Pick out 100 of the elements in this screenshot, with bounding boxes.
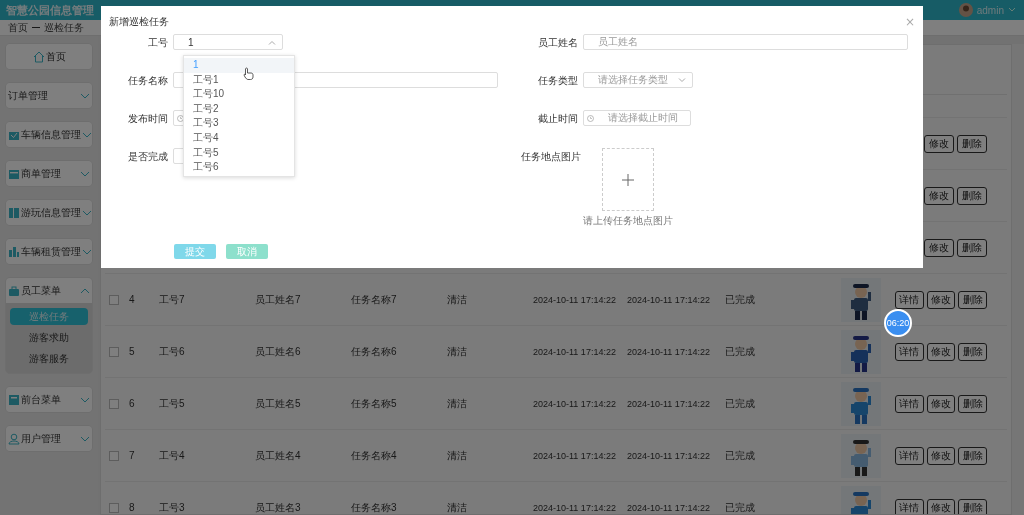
action-button[interactable]: 修改 (924, 238, 954, 257)
upload-box[interactable] (602, 148, 654, 211)
field-label: 工号 (147, 36, 169, 50)
table-cell: 2024-10-11 17:14:22 (533, 398, 616, 409)
row-checkbox[interactable] (109, 346, 119, 357)
dropdown-option[interactable]: 工号1 (184, 72, 294, 88)
dropdown-option[interactable]: 工号2 (184, 101, 294, 117)
table-cell: 员工姓名7 (255, 292, 301, 307)
table-cell: 工号7 (159, 292, 185, 307)
table-cell: 2024-10-11 17:14:22 (533, 502, 616, 513)
field-label: 任务地点图片 (520, 150, 582, 164)
sidebar-item[interactable]: 员工菜单 (6, 278, 92, 303)
table-cell: 已完成 (725, 396, 755, 411)
action-button[interactable]: 删除 (958, 446, 987, 465)
sidebar-item[interactable]: 订单管理 (6, 83, 92, 108)
action-button[interactable]: 删除 (957, 186, 987, 205)
briefcase-icon (8, 284, 20, 297)
action-button[interactable]: 修改 (926, 394, 956, 413)
table-cell: 清洁 (447, 292, 467, 307)
sidebar-item[interactable]: 游玩信息管理 (6, 200, 92, 225)
action-button[interactable]: 修改 (924, 134, 954, 153)
field-label: 员工姓名 (537, 36, 579, 50)
action-button[interactable]: 详情 (895, 498, 924, 514)
action-button[interactable]: 修改 (926, 446, 956, 465)
action-button[interactable]: 删除 (958, 498, 987, 514)
action-button[interactable]: 详情 (895, 446, 924, 465)
table-cell: 任务名称4 (351, 448, 397, 463)
action-button[interactable]: 修改 (926, 342, 956, 361)
action-button[interactable]: 修改 (926, 498, 956, 514)
table-cell: 工号6 (159, 344, 185, 359)
action-button[interactable]: 详情 (895, 290, 924, 309)
sidebar-item[interactable]: 前台菜单 (6, 387, 92, 412)
sidebar-item[interactable]: 车辆信息管理 (6, 122, 92, 147)
table-cell: 4 (129, 294, 135, 305)
table-cell: 清洁 (447, 448, 467, 463)
action-button[interactable]: 删除 (958, 394, 987, 413)
breadcrumb-item[interactable]: 首页 (8, 20, 28, 35)
action-button[interactable]: 详情 (895, 394, 924, 413)
sidebar-item[interactable]: 商单管理 (6, 161, 92, 186)
sidebar-item[interactable]: 首页 (6, 44, 92, 69)
action-button[interactable]: 删除 (958, 290, 987, 309)
table-cell: 2024-10-11 17:14:22 (627, 502, 710, 513)
dropdown-option[interactable]: 工号5 (184, 145, 294, 161)
table-cell: 8 (129, 502, 135, 513)
dropdown-option[interactable]: 工号10 (184, 87, 294, 102)
dropdown-option[interactable]: 工号3 (184, 116, 294, 131)
caret-icon (1008, 7, 1016, 13)
document-icon (8, 393, 20, 406)
bar-chart-icon (8, 245, 20, 258)
submenu-item[interactable]: 游客服务 (10, 350, 88, 367)
table-cell: 2024-10-11 17:14:22 (627, 398, 710, 409)
avatar-icon (958, 3, 973, 17)
table-cell: 员工姓名3 (255, 500, 301, 514)
table-cell: 2024-10-11 17:14:22 (627, 450, 710, 461)
date-field[interactable]: 请选择截止时间 (583, 110, 691, 126)
home-icon (32, 50, 45, 63)
row-checkbox[interactable] (109, 294, 119, 305)
field-label: 截止时间 (537, 112, 579, 126)
table-cell: 员工姓名6 (255, 344, 301, 359)
dropdown-option[interactable]: 1 (184, 58, 294, 73)
table-cell: 任务名称6 (351, 344, 397, 359)
action-button[interactable]: 修改 (926, 290, 956, 309)
table-cell: 任务名称7 (351, 292, 397, 307)
select-field[interactable]: 1 (173, 34, 283, 50)
dropdown-option[interactable]: 工号6 (184, 160, 294, 175)
plus-icon (622, 173, 634, 186)
sidebar-item[interactable]: 用户管理 (6, 426, 92, 451)
book-icon (8, 206, 20, 219)
table-cell: 员工姓名5 (255, 396, 301, 411)
user-icon (8, 432, 20, 445)
row-checkbox[interactable] (109, 450, 119, 461)
table-cell: 已完成 (725, 500, 755, 514)
row-checkbox[interactable] (109, 398, 119, 409)
submenu-item[interactable]: 游客求助 (10, 329, 88, 346)
action-button[interactable]: 详情 (895, 342, 924, 361)
clock-icon (587, 114, 594, 122)
table-cell: 6 (129, 398, 135, 409)
field-label: 任务类型 (537, 74, 579, 88)
app-title: 智慧公园信息管理 (6, 2, 94, 18)
list-icon (8, 167, 20, 180)
action-button[interactable]: 删除 (957, 238, 987, 257)
input-field[interactable]: 员工姓名 (583, 34, 908, 50)
table-cell: 工号5 (159, 396, 185, 411)
table-cell: 清洁 (447, 500, 467, 514)
table-cell: 2024-10-11 17:14:22 (627, 294, 710, 305)
field-label: 任务名称 (127, 74, 169, 88)
field-label: 是否完成 (127, 150, 169, 164)
select-field[interactable]: 请选择任务类型 (583, 72, 693, 88)
sidebar-item[interactable]: 车辆租赁管理 (6, 239, 92, 264)
action-button[interactable]: 删除 (957, 134, 987, 153)
dialog-title: 新增巡检任务 (109, 15, 169, 29)
action-button[interactable]: 修改 (924, 186, 954, 205)
row-checkbox[interactable] (109, 502, 119, 513)
table-cell: 员工姓名4 (255, 448, 301, 463)
dropdown-option[interactable]: 工号4 (184, 130, 294, 146)
table-cell: 2024-10-11 17:14:22 (627, 346, 710, 357)
table-cell: 已完成 (725, 448, 755, 463)
field-label: 发布时间 (127, 112, 169, 126)
action-button[interactable]: 删除 (958, 342, 987, 361)
clock-icon (177, 114, 184, 122)
